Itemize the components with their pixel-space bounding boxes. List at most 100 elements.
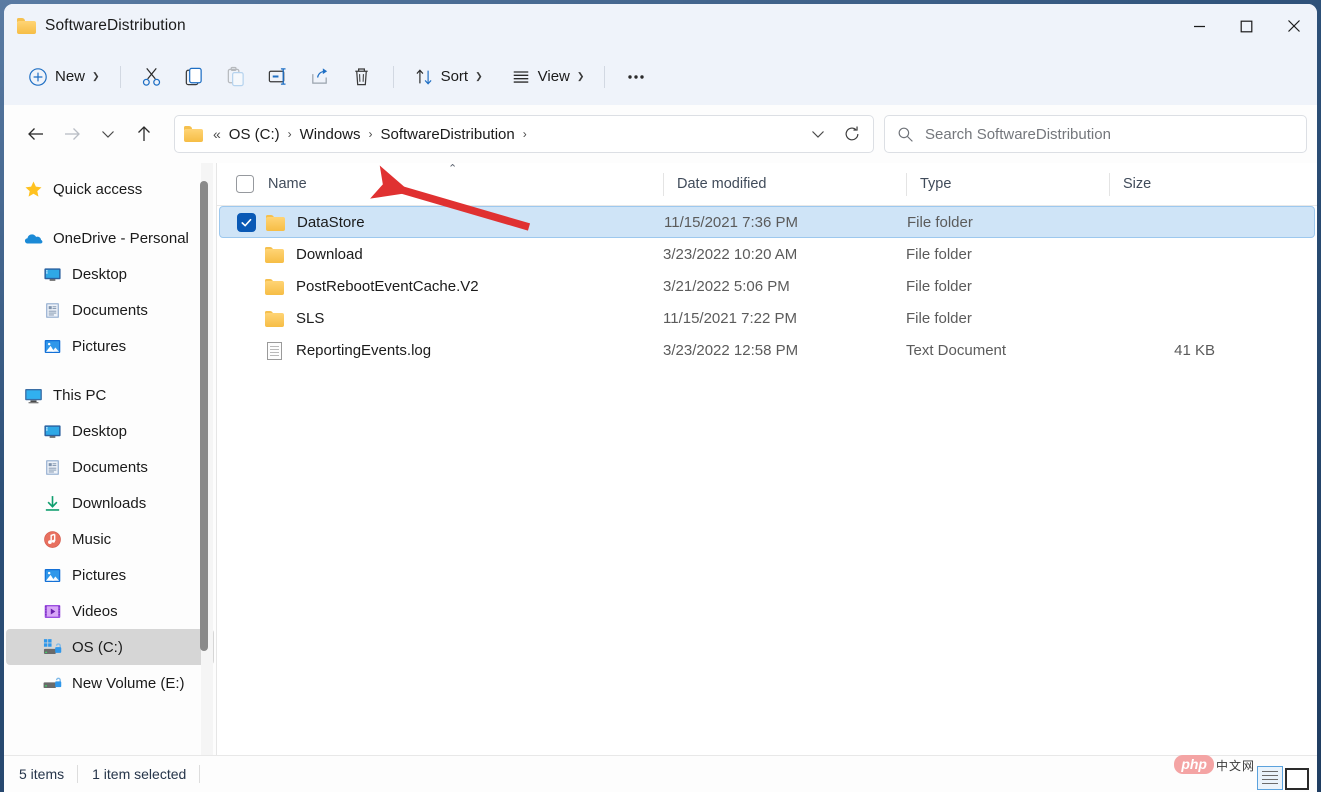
maximize-button[interactable]: [1223, 4, 1270, 48]
sidebar-item-documents[interactable]: Documents: [6, 292, 214, 328]
table-row[interactable]: SLS11/15/2021 7:22 PMFile folder: [219, 302, 1315, 334]
view-button[interactable]: View ❯: [501, 58, 595, 95]
watermark: php 中文网: [1174, 764, 1309, 788]
navigation-list: Quick accessOneDrive - PersonalDesktopDo…: [4, 171, 216, 701]
folder-icon: [266, 214, 285, 231]
previous-locations-button[interactable]: [801, 118, 835, 150]
sidebar-item-new-volume-e[interactable]: New Volume (E:): [6, 665, 214, 701]
cell-name: SLS: [219, 309, 663, 328]
view-button-label: View: [538, 68, 570, 85]
breadcrumb-separator[interactable]: ›: [286, 127, 294, 141]
column-header-size[interactable]: Size: [1109, 163, 1249, 206]
select-all-checkbox[interactable]: [236, 175, 254, 193]
table-row[interactable]: ReportingEvents.log3/23/2022 12:58 PMTex…: [219, 334, 1315, 366]
back-button[interactable]: [18, 117, 54, 151]
downloads-icon: [43, 494, 62, 513]
file-name: PostRebootEventCache.V2: [296, 278, 479, 295]
sidebar-item-pictures[interactable]: Pictures: [6, 328, 214, 364]
column-header-name[interactable]: Name: [217, 163, 663, 206]
sidebar-item-downloads[interactable]: Downloads: [6, 485, 214, 521]
sidebar-item-this-pc[interactable]: This PC: [6, 377, 214, 413]
folder-icon: [17, 18, 36, 34]
row-checkbox[interactable]: [236, 277, 255, 296]
sidebar-item-label: Quick access: [53, 181, 142, 198]
sidebar-item-pictures[interactable]: Pictures: [6, 557, 214, 593]
folder-icon: [265, 246, 284, 263]
refresh-icon: [843, 125, 861, 143]
breadcrumb-item-windows[interactable]: Windows: [294, 123, 367, 146]
column-header-type[interactable]: Type: [906, 163, 1109, 206]
content-area: Quick accessOneDrive - PersonalDesktopDo…: [4, 163, 1317, 755]
folder-icon: [265, 278, 284, 295]
watermark-icon-2: [1285, 768, 1309, 790]
address-bar[interactable]: « OS (C:) › Windows › SoftwareDistributi…: [174, 115, 874, 153]
cell-size: 41 KB: [1109, 342, 1249, 359]
window-title: SoftwareDistribution: [45, 17, 186, 35]
refresh-button[interactable]: [835, 118, 869, 150]
status-item-count: 5 items: [19, 766, 77, 782]
title-bar-left: SoftwareDistribution: [4, 17, 186, 35]
see-more-button[interactable]: [615, 58, 657, 95]
share-button[interactable]: [299, 58, 341, 95]
documents-icon: [43, 458, 62, 477]
sidebar-scrollbar-thumb[interactable]: [200, 181, 208, 651]
row-checkbox[interactable]: [236, 245, 255, 264]
cell-type: File folder: [906, 310, 1109, 327]
window-controls: [1176, 4, 1317, 48]
pictures-icon: [43, 566, 62, 585]
trash-icon: [351, 66, 372, 87]
breadcrumb-separator[interactable]: ›: [367, 127, 375, 141]
sidebar-item-label: This PC: [53, 387, 106, 404]
sidebar-item-onedrive-personal[interactable]: OneDrive - Personal: [6, 220, 214, 256]
sidebar-item-label: Downloads: [72, 495, 146, 512]
recent-locations-button[interactable]: [90, 117, 126, 151]
sidebar-item-documents[interactable]: Documents: [6, 449, 214, 485]
up-button[interactable]: [126, 117, 162, 151]
breadcrumb-item-os-c[interactable]: OS (C:): [223, 123, 286, 146]
copy-button[interactable]: [173, 58, 215, 95]
breadcrumb-separator[interactable]: ›: [521, 127, 529, 141]
file-name: DataStore: [297, 214, 365, 231]
toolbar-divider: [120, 66, 121, 88]
share-icon: [309, 66, 330, 87]
rename-button[interactable]: [257, 58, 299, 95]
table-row[interactable]: DataStore11/15/2021 7:36 PMFile folder: [219, 206, 1315, 238]
status-divider: [77, 765, 78, 783]
sidebar-item-desktop[interactable]: Desktop: [6, 413, 214, 449]
column-header-name-label: Name: [268, 176, 307, 192]
delete-button[interactable]: [341, 58, 383, 95]
sidebar-item-os-c[interactable]: OS (C:): [6, 629, 214, 665]
sidebar-item-videos[interactable]: Videos: [6, 593, 214, 629]
breadcrumb-overflow[interactable]: «: [211, 126, 223, 142]
scissors-icon: [141, 66, 162, 87]
sort-button[interactable]: Sort ❯: [404, 58, 493, 95]
table-row[interactable]: Download3/23/2022 10:20 AMFile folder: [219, 238, 1315, 270]
cell-name: PostRebootEventCache.V2: [219, 277, 663, 296]
new-button[interactable]: New ❯: [18, 58, 110, 95]
search-box[interactable]: Search SoftwareDistribution: [884, 115, 1307, 153]
sidebar-scrollbar-track[interactable]: [201, 163, 213, 755]
forward-button[interactable]: [54, 117, 90, 151]
sidebar-item-label: Music: [72, 531, 111, 548]
copy-icon: [183, 66, 204, 87]
column-header-date-modified[interactable]: Date modified: [663, 163, 906, 206]
paste-button[interactable]: [215, 58, 257, 95]
breadcrumb-item-softwaredistribution[interactable]: SoftwareDistribution: [375, 123, 521, 146]
arrow-up-icon: [135, 124, 153, 144]
cell-name: Download: [219, 245, 663, 264]
row-checkbox[interactable]: [236, 309, 255, 328]
toolbar-divider-3: [604, 66, 605, 88]
sidebar-item-desktop[interactable]: Desktop: [6, 256, 214, 292]
row-checkbox[interactable]: [236, 341, 255, 360]
close-button[interactable]: [1270, 4, 1317, 48]
sidebar-item-quick-access[interactable]: Quick access: [6, 171, 214, 207]
sort-ascending-indicator: ⌃: [448, 164, 457, 175]
row-checkbox[interactable]: [237, 213, 256, 232]
table-row[interactable]: PostRebootEventCache.V23/21/2022 5:06 PM…: [219, 270, 1315, 302]
search-icon: [897, 126, 914, 143]
sidebar-item-music[interactable]: Music: [6, 521, 214, 557]
cut-button[interactable]: [131, 58, 173, 95]
search-input[interactable]: Search SoftwareDistribution: [925, 126, 1111, 143]
minimize-button[interactable]: [1176, 4, 1223, 48]
title-bar: SoftwareDistribution: [4, 4, 1317, 48]
